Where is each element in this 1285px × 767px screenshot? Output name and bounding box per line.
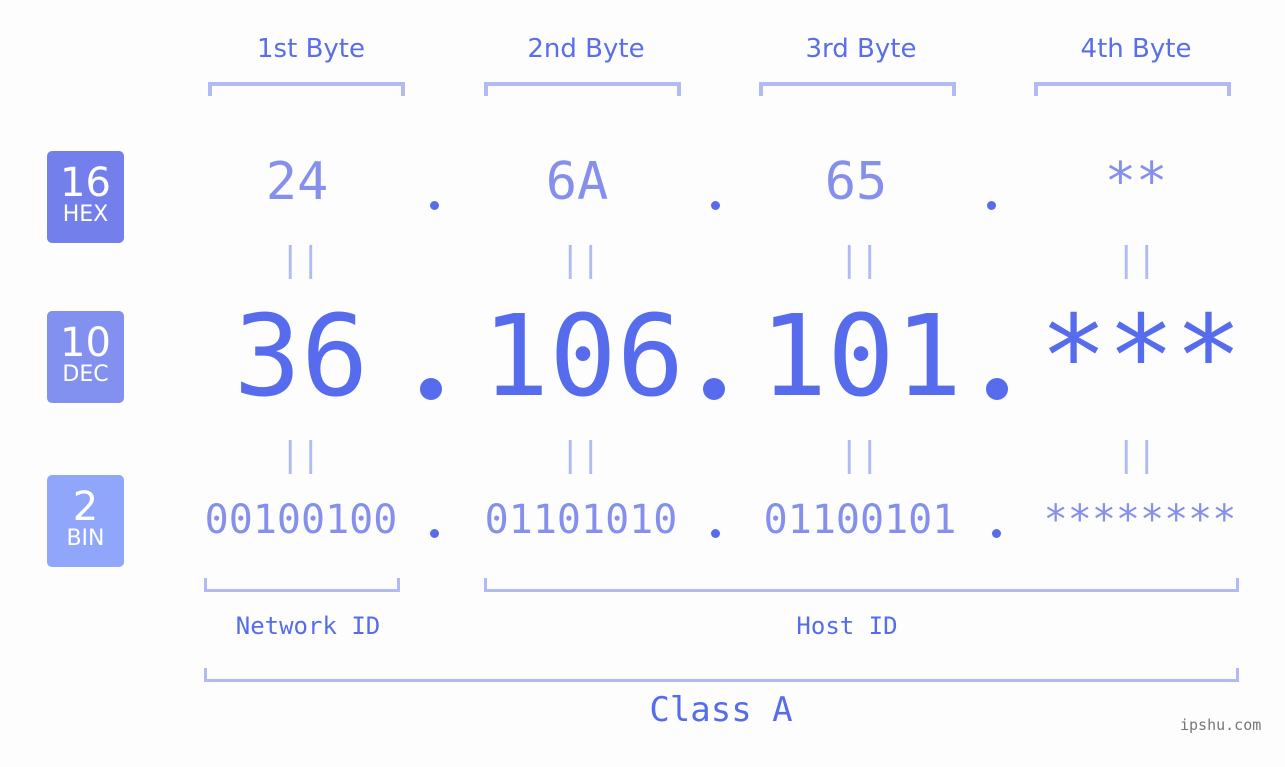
bin-byte-2: 01101010 xyxy=(484,497,678,543)
bin-dot-3 xyxy=(992,529,1001,538)
dec-badge-label: DEC xyxy=(62,362,109,387)
equals-hex-dec-4: || xyxy=(1116,240,1157,280)
dec-byte-3: 101 xyxy=(759,292,963,422)
hex-byte-4: ** xyxy=(1104,152,1168,212)
host-id-bracket xyxy=(484,578,1239,592)
site-watermark: ipshu.com xyxy=(1180,716,1262,734)
hex-dot-2 xyxy=(711,201,720,210)
equals-hex-dec-3: || xyxy=(839,240,880,280)
dec-byte-1: 36 xyxy=(233,292,369,422)
dec-dot-3 xyxy=(986,378,1008,400)
class-label: Class A xyxy=(649,690,793,730)
hex-byte-3: 65 xyxy=(824,152,888,212)
host-id-label: Host ID xyxy=(796,612,898,640)
dec-byte-4: *** xyxy=(1039,292,1243,422)
class-bracket xyxy=(204,668,1239,682)
bin-dot-1 xyxy=(430,529,439,538)
bin-badge-number: 2 xyxy=(72,484,99,530)
hex-badge: 16 HEX xyxy=(47,151,124,243)
byte-bracket-4 xyxy=(1034,82,1231,96)
byte-bracket-3 xyxy=(759,82,956,96)
dec-byte-2: 106 xyxy=(481,292,685,422)
byte-bracket-1 xyxy=(208,82,405,96)
dec-badge-number: 10 xyxy=(60,320,111,366)
dec-dot-2 xyxy=(703,378,725,400)
equals-hex-dec-2: || xyxy=(560,240,601,280)
hex-byte-2: 6A xyxy=(545,152,609,212)
byte-bracket-2 xyxy=(484,82,681,96)
bin-byte-4: ******** xyxy=(1043,497,1237,543)
equals-dec-bin-3: || xyxy=(839,435,880,475)
equals-dec-bin-4: || xyxy=(1116,435,1157,475)
bin-badge-label: BIN xyxy=(66,526,105,551)
dec-dot-1 xyxy=(420,378,442,400)
dec-badge: 10 DEC xyxy=(47,311,124,403)
byte-header-2: 2nd Byte xyxy=(527,34,645,64)
bin-byte-1: 00100100 xyxy=(204,497,398,543)
network-id-label: Network ID xyxy=(235,612,381,640)
byte-header-4: 4th Byte xyxy=(1080,34,1192,64)
equals-hex-dec-1: || xyxy=(280,240,321,280)
hex-badge-number: 16 xyxy=(60,160,111,206)
hex-dot-1 xyxy=(430,201,439,210)
equals-dec-bin-1: || xyxy=(280,435,321,475)
network-id-bracket xyxy=(204,578,400,592)
byte-header-3: 3rd Byte xyxy=(805,34,917,64)
hex-dot-3 xyxy=(987,201,996,210)
hex-byte-1: 24 xyxy=(265,152,329,212)
bin-badge: 2 BIN xyxy=(47,475,124,567)
hex-badge-label: HEX xyxy=(62,202,109,227)
byte-header-1: 1st Byte xyxy=(257,34,365,64)
bin-byte-3: 01100101 xyxy=(763,497,957,543)
bin-dot-2 xyxy=(711,529,720,538)
equals-dec-bin-2: || xyxy=(560,435,601,475)
